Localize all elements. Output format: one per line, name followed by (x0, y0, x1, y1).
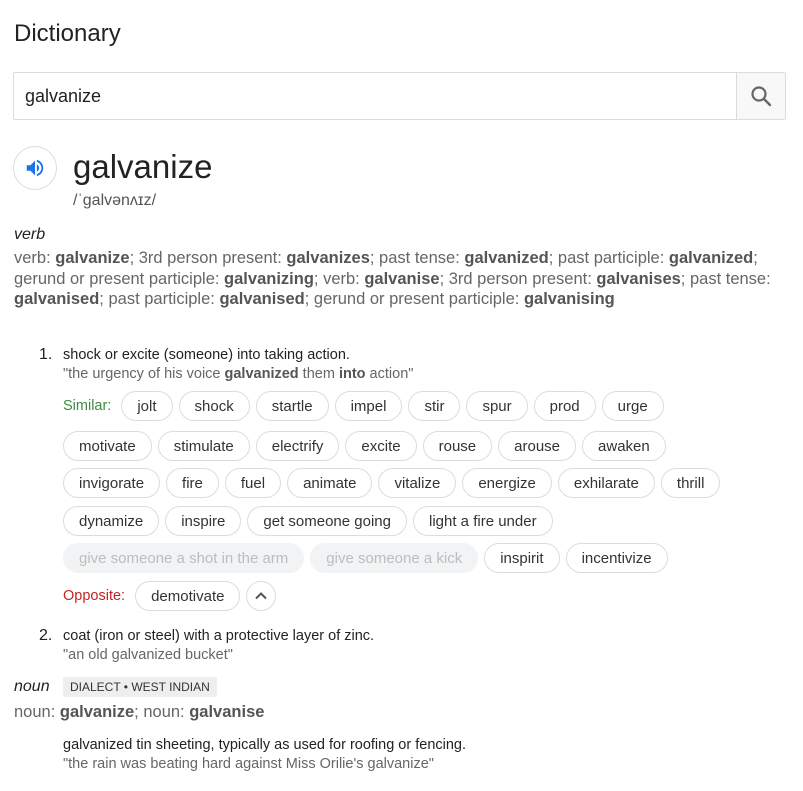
highlighted-word: galvanises (596, 269, 681, 288)
similar-row: give someone a shot in the arm give someo… (63, 542, 674, 574)
similar-chip[interactable]: vitalize (378, 468, 457, 498)
noun-forms: noun: galvanize; noun: galvanise (14, 703, 265, 721)
similar-chip[interactable]: invigorate (63, 468, 161, 498)
opposite-chip[interactable]: demotivate (135, 581, 241, 611)
page-title: Dictionary (14, 20, 121, 47)
similar-chip[interactable]: prod (533, 391, 596, 421)
highlighted-word: galvanized (668, 249, 754, 267)
similar-chip[interactable]: awaken (582, 431, 666, 461)
part-of-speech-noun: noun (14, 678, 50, 695)
similar-chip[interactable]: thrill (660, 468, 721, 498)
highlighted-word: into (338, 366, 366, 382)
speaker-icon (26, 159, 44, 177)
noun-definition: galvanized tin sheeting, typically as us… (63, 737, 467, 753)
collapse-button[interactable] (246, 581, 277, 611)
similar-label: Similar: (63, 398, 112, 414)
similar-chip[interactable]: spur (466, 391, 528, 421)
similar-chip[interactable]: startle (255, 391, 329, 421)
opposite-row: Opposite: demotivate (63, 580, 277, 612)
similar-chip[interactable]: arouse (498, 431, 577, 461)
similar-chip[interactable]: electrify (255, 431, 340, 461)
highlighted-word: galvanise (189, 703, 265, 721)
similar-chip[interactable]: shock (178, 391, 250, 421)
highlighted-word: galvanising (523, 290, 615, 308)
similar-chip[interactable]: impel (334, 391, 403, 421)
similar-chip[interactable]: fire (166, 468, 219, 498)
highlighted-word: galvanise (364, 269, 440, 288)
highlighted-word: galvanised (219, 290, 305, 308)
search-button[interactable] (736, 73, 785, 119)
similar-chip[interactable]: fuel (224, 468, 282, 498)
phonetic-transcription: /ˈɡalvənʌɪz/ (73, 192, 157, 209)
similar-chip[interactable]: get someone going (247, 506, 407, 536)
sense-example: "the urgency of his voice galvanized the… (63, 366, 414, 382)
similar-chip[interactable]: exhilarate (557, 468, 655, 498)
opposite-label: Opposite: (63, 588, 126, 604)
highlighted-word: galvanize (59, 703, 135, 721)
similar-chip-faded[interactable]: give someone a kick (310, 543, 479, 573)
similar-chip[interactable]: stimulate (157, 431, 250, 461)
search-input[interactable] (14, 73, 736, 119)
chevron-up-icon (255, 592, 268, 600)
sense-example: "an old galvanized bucket" (63, 647, 233, 663)
part-of-speech-verb: verb (14, 226, 46, 243)
similar-chip[interactable]: motivate (63, 431, 152, 461)
highlighted-word: galvanizing (224, 269, 314, 288)
pronunciation-audio-button[interactable] (13, 146, 57, 190)
similar-row: dynamize inspire get someone going light a … (63, 505, 559, 537)
similar-row: Similar: jolt shock startle impel stir spur pr… (63, 390, 670, 422)
similar-chip[interactable]: stir (408, 391, 461, 421)
sense-definition: coat (iron or steel) with a protective l… (63, 628, 375, 644)
search-box (13, 72, 786, 120)
similar-chip[interactable]: excite (345, 431, 417, 461)
sense-number: 1. (39, 346, 53, 363)
similar-row: motivate stimulate electrify excite rouse aro… (63, 430, 672, 462)
highlighted-word: galvanized (464, 249, 549, 267)
highlighted-word: galvanised (14, 290, 100, 308)
similar-chip[interactable]: inspirit (484, 543, 560, 573)
noun-example: "the rain was beating hard against Miss … (63, 756, 434, 772)
similar-chip[interactable]: urge (601, 391, 664, 421)
highlighted-word: galvanized (224, 366, 299, 382)
similar-chip[interactable]: rouse (422, 431, 493, 461)
sense-definition: shock or excite (someone) into taking ac… (63, 347, 350, 363)
similar-row: invigorate fire fuel animate vitalize energiz… (63, 467, 726, 499)
headword: galvanize (73, 148, 213, 185)
similar-chip[interactable]: incentivize (565, 543, 668, 573)
similar-chip[interactable]: inspire (165, 506, 242, 536)
similar-chip-faded[interactable]: give someone a shot in the arm (63, 543, 305, 573)
highlighted-word: galvanize (55, 249, 130, 267)
sense-number: 2. (39, 627, 53, 644)
verb-forms: verb: galvanize; 3rd person present: gal… (14, 249, 771, 308)
dictionary-card: Dictionary galvanize /ˈɡalvənʌɪz/ verb v… (0, 0, 803, 791)
similar-chip[interactable]: energize (462, 468, 552, 498)
similar-chip[interactable]: jolt (121, 391, 173, 421)
similar-chip[interactable]: animate (287, 468, 373, 498)
similar-chip[interactable]: light a fire under (413, 506, 553, 536)
similar-chip[interactable]: dynamize (63, 506, 160, 536)
highlighted-word: galvanizes (286, 249, 370, 267)
dialect-badge: DIALECT • WEST INDIAN (63, 677, 217, 697)
search-icon (751, 86, 772, 107)
